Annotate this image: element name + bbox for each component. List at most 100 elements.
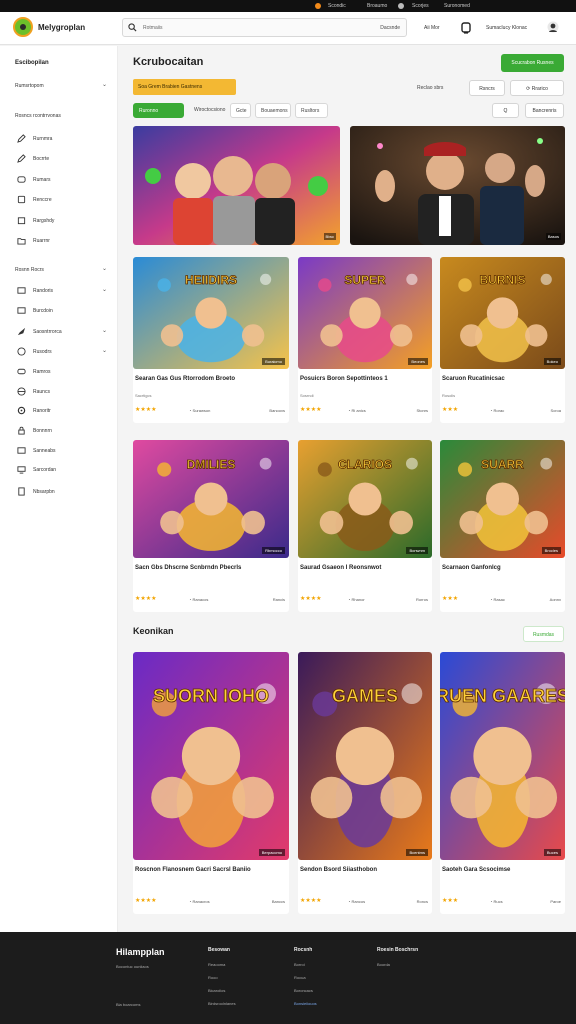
- footer-link[interactable]: Bonsieiiouos: [294, 1001, 317, 1006]
- settings-button[interactable]: Bancrenris: [525, 103, 564, 118]
- footer-col-2-heading: Rocsnh: [294, 947, 313, 953]
- card-subtitle: Sacrtigcs: [135, 393, 152, 398]
- filter-button-1[interactable]: Rsncrs: [469, 80, 505, 96]
- card-title[interactable]: Saurad Gsaeon I Reonsnwot: [300, 565, 381, 571]
- add-button[interactable]: Scucrabon Rusnes: [501, 54, 564, 72]
- topbar-item-1[interactable]: Scondic: [328, 3, 346, 9]
- card-title[interactable]: Posuicrs Boron Sepottinteos 1: [300, 376, 388, 382]
- sidebar-item-2[interactable]: Bocrrte: [15, 153, 107, 165]
- sidebar-group-2[interactable]: Rosnn Rocrs ⌄: [15, 264, 107, 276]
- hero-banner-1[interactable]: Biwc: [133, 126, 340, 245]
- sidebar-item-17[interactable]: Nbsarpbn: [15, 486, 107, 498]
- avatar[interactable]: [547, 21, 559, 33]
- card-badge: Berpaccmo: [258, 849, 285, 856]
- card-title[interactable]: Scarnaon Ganfonlcg: [442, 565, 501, 571]
- game-card[interactable]: DMILIES Rbmocco Sacn Gbs Dhscrne Scnbrndn …: [133, 440, 289, 612]
- card-badge: Buces: [543, 849, 561, 856]
- game-card[interactable]: SUPER Beones Posuicrs Boron Sepottinteos 1…: [298, 257, 432, 423]
- card-meta-right: Banooxs: [269, 408, 285, 413]
- game-thumbnail[interactable]: SUORN IOHO Berpaccmo: [133, 652, 289, 860]
- footer-link[interactable]: Rocua: [294, 975, 306, 980]
- footer-link[interactable]: Reaooma: [208, 962, 225, 967]
- hero-banner-2[interactable]: Basos: [350, 126, 565, 245]
- chip-1[interactable]: Ruronno: [133, 103, 184, 118]
- sidebar-item-9[interactable]: Saosntrrorca ⌄: [15, 326, 107, 338]
- filter-button-2[interactable]: ⟳ Rrarico: [510, 80, 564, 96]
- card-badge: Rbmocco: [262, 547, 285, 554]
- header-link-1[interactable]: Aii Mor: [424, 25, 440, 31]
- chip-2[interactable]: Wiroctocsiono: [189, 103, 229, 118]
- footer-copyright: Bia boarcoms: [116, 1002, 141, 1007]
- sidebar-item-5[interactable]: Rargshdy: [15, 215, 107, 227]
- sidebar-item-6[interactable]: Ruarrnr: [15, 235, 107, 247]
- sidebar-group-1[interactable]: Rumsrtopom ⌄: [15, 80, 107, 92]
- sidebar-item-8[interactable]: Burcdoin: [15, 305, 107, 317]
- footer-link[interactable]: Bicaroiios: [208, 988, 225, 993]
- sidebar-item-11[interactable]: Ramros: [15, 366, 107, 378]
- sidebar-item-13[interactable]: Ranoritr: [15, 405, 107, 417]
- footer: Hilampplan Bocontuc ouniiaos Bia boarcom…: [0, 932, 576, 1024]
- game-card[interactable]: RUEN GAARES Buces Saoteh Gara Scsocimse ★★★…: [440, 652, 565, 914]
- card-title[interactable]: Sendon Bsord Siiasthobon: [300, 867, 377, 873]
- footer-link[interactable]: Rooo: [208, 975, 218, 980]
- brand-logo[interactable]: [13, 17, 33, 37]
- game-thumbnail[interactable]: DMILIES Rbmocco: [133, 440, 289, 558]
- card-title[interactable]: Scaruon Rucatinicsac: [442, 376, 505, 382]
- trophy-icon: [17, 195, 26, 204]
- chip-3[interactable]: Gcte: [230, 103, 251, 118]
- sidebar-item-10[interactable]: Rusodrs ⌄: [15, 346, 107, 358]
- game-card[interactable]: SUARR Brocles Scarnaon Ganfonlcg ★★★ ◔ Rasac…: [440, 440, 565, 612]
- game-card[interactable]: HEIIDIRS Buraicmo Searan Gas Gus Rtorrodom…: [133, 257, 289, 423]
- sidebar-item-16[interactable]: Sarcordan: [15, 464, 107, 476]
- game-cover-art: GAMES: [298, 652, 432, 860]
- header-link-2[interactable]: Sumaclucy Klonac: [486, 25, 527, 31]
- game-card[interactable]: CLARIOS Bonwnm Saurad Gsaeon I Reonsnwot ★★…: [298, 440, 432, 612]
- footer-link[interactable]: Boroncacs: [294, 988, 313, 993]
- rating-stars: ★★★★: [135, 898, 157, 904]
- chip-5[interactable]: Rusltors: [295, 103, 328, 118]
- card-meta-right: Roncs: [416, 899, 428, 904]
- card-meta: ◔ Rasac: [490, 597, 505, 602]
- game-thumbnail[interactable]: SUARR Brocles: [440, 440, 565, 558]
- section-more-button[interactable]: Rusmdas: [523, 626, 564, 642]
- footer-link[interactable]: Borroi: [294, 962, 305, 967]
- card-meta: ◔ Ranacos: [189, 597, 208, 602]
- sidebar-item-7[interactable]: Randoris ⌄: [15, 285, 107, 297]
- game-thumbnail[interactable]: BURNIS Bokeo: [440, 257, 565, 369]
- promo-banner[interactable]: Soa Grem Brabien Gastnens: [133, 79, 236, 95]
- sidebar-item-4[interactable]: Renccre: [15, 194, 107, 206]
- search-input[interactable]: Rotmaiis: [143, 25, 162, 31]
- sidebar-item-15[interactable]: Sanneabs: [15, 445, 107, 457]
- game-thumbnail[interactable]: RUEN GAARES Buces: [440, 652, 565, 860]
- footer-link[interactable]: Birdsroolnlanes: [208, 1001, 236, 1006]
- game-thumbnail[interactable]: GAMES Bcentms: [298, 652, 432, 860]
- toolbar-search-button[interactable]: Q: [492, 103, 519, 118]
- chevron-down-icon: ⌄: [101, 287, 107, 293]
- search-button[interactable]: Dacsnde: [380, 25, 400, 31]
- game-card[interactable]: BURNIS Bokeo Scaruon Rucatinicsac Rosolis ★★…: [440, 257, 565, 423]
- card-title[interactable]: Saoteh Gara Scsocimse: [442, 867, 510, 873]
- notification-icon[interactable]: [460, 22, 472, 34]
- card-title[interactable]: Roscnon Flanosnem Gacri Sacrsl Baniio: [135, 867, 251, 873]
- sidebar-item-14[interactable]: Bonnnrn: [15, 425, 107, 437]
- chip-4[interactable]: Bouaemons: [255, 103, 291, 118]
- card-title[interactable]: Searan Gas Gus Rtorrodom Broeto: [135, 376, 235, 382]
- game-thumbnail[interactable]: HEIIDIRS Buraicmo: [133, 257, 289, 369]
- globe-icon: [17, 387, 26, 396]
- sidebar-item-label: Rargshdy: [33, 218, 55, 224]
- sidebar-item-label: Ranoritr: [33, 408, 51, 414]
- sidebar-item-3[interactable]: Rumars: [15, 174, 107, 186]
- topbar-item-4[interactable]: Suronomed: [444, 3, 470, 9]
- game-thumbnail[interactable]: CLARIOS Bonwnm: [298, 440, 432, 558]
- sidebar-item-12[interactable]: Rauncs: [15, 386, 107, 398]
- game-card[interactable]: GAMES Bcentms Sendon Bsord Siiasthobon ★★★★…: [298, 652, 432, 914]
- search-bar[interactable]: Rotmaiis Dacsnde: [122, 18, 407, 37]
- sidebar-item-1[interactable]: Rurnmra: [15, 133, 107, 145]
- game-card[interactable]: SUORN IOHO Berpaccmo Roscnon Flanosnem Gac…: [133, 652, 289, 914]
- topbar-item-2[interactable]: Broaumo: [367, 3, 387, 9]
- footer-link[interactable]: Boorda: [377, 962, 390, 967]
- card-meta-text: Ranacos: [192, 597, 209, 602]
- card-title[interactable]: Sacn Gbs Dhscrne Scnbrndn Pbecrls: [135, 565, 241, 571]
- topbar-item-3[interactable]: Scorjes: [412, 3, 429, 9]
- game-thumbnail[interactable]: SUPER Beones: [298, 257, 432, 369]
